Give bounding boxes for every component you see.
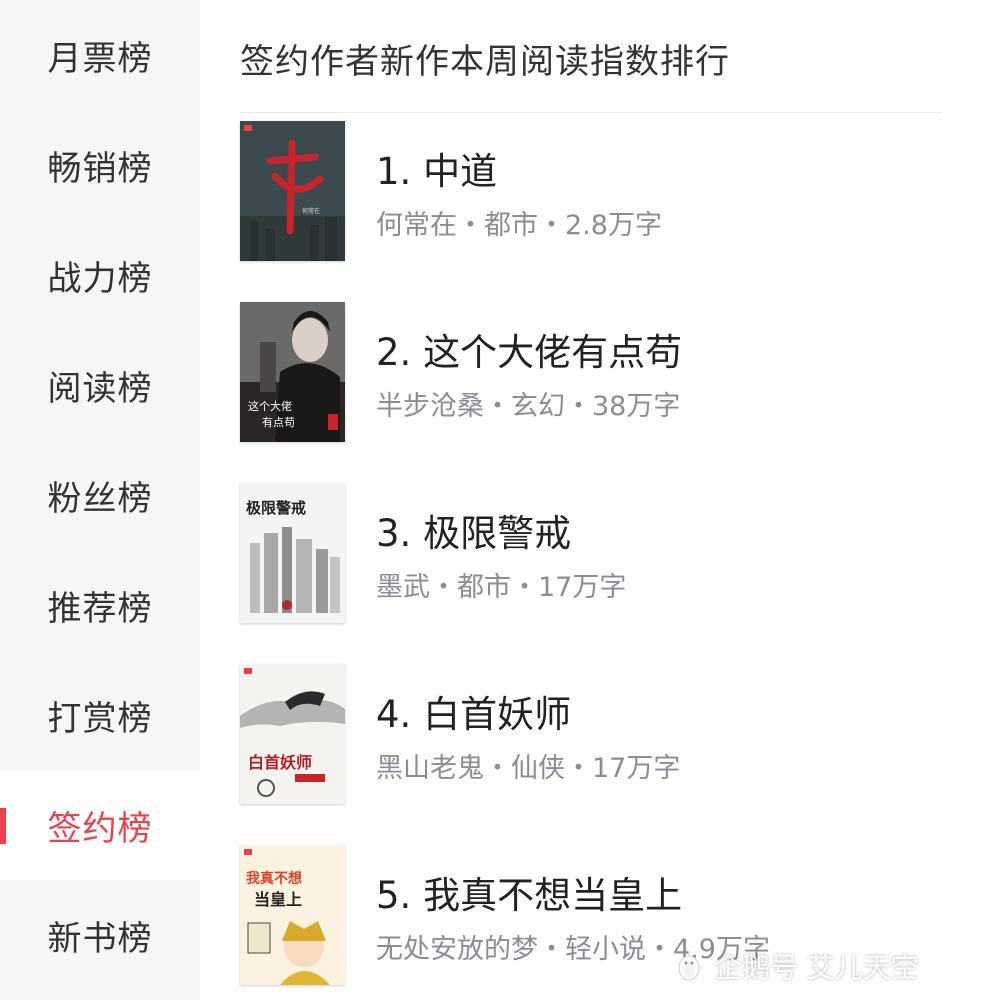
sidebar-item-power[interactable]: 战力榜 <box>0 220 200 330</box>
sidebar-item-label: 粉丝榜 <box>47 478 153 519</box>
book-meta: 半步沧桑・玄幻・38万字 <box>376 391 681 422</box>
sidebar-item-label: 战力榜 <box>47 258 153 299</box>
book-item-2[interactable]: 这个大佬 有点苟 2. 这个大佬有点苟 半步沧桑・玄幻・38万字 <box>240 302 942 444</box>
book-title: 2. 这个大佬有点苟 <box>376 331 683 374</box>
sidebar-item-tips[interactable]: 打赏榜 <box>0 660 200 770</box>
sidebar-item-new-books[interactable]: 新书榜 <box>0 880 200 990</box>
sidebar-item-label: 月票榜 <box>47 38 153 79</box>
cover-art: 这个大佬 有点苟 <box>240 302 345 442</box>
sidebar-item-recommend[interactable]: 推荐榜 <box>0 550 200 660</box>
sidebar-item-bestseller[interactable]: 畅销榜 <box>0 110 200 220</box>
penguin-icon <box>678 955 700 981</box>
svg-text:白首妖师: 白首妖师 <box>248 753 312 772</box>
cover-art: 白首妖师 <box>240 664 345 804</box>
sidebar-item-reading[interactable]: 阅读榜 <box>0 330 200 440</box>
book-meta: 何常在・都市・2.8万字 <box>376 210 662 241</box>
book-item-1[interactable]: 何常在 1. 中道 何常在・都市・2.8万字 <box>240 121 942 263</box>
book-item-3[interactable]: 极限警戒 3. 极限警戒 墨武・都市・17万字 <box>240 483 942 625</box>
book-meta: 墨武・都市・17万字 <box>376 572 627 603</box>
book-cover[interactable]: 这个大佬 有点苟 <box>240 302 345 442</box>
cover-art: 极限警戒 <box>240 483 345 623</box>
book-cover[interactable]: 极限警戒 <box>240 483 345 623</box>
book-item-4[interactable]: 白首妖师 4. 白首妖师 黑山老鬼・仙侠・17万字 <box>240 664 942 806</box>
book-title: 4. 白首妖师 <box>376 693 572 736</box>
book-title: 5. 我真不想当皇上 <box>376 874 683 917</box>
watermark: 企鹅号 艾儿天空 <box>672 944 919 988</box>
sidebar-item-label: 签约榜 <box>47 808 153 849</box>
svg-text:我真不想: 我真不想 <box>246 870 302 887</box>
sidebar-item-label: 阅读榜 <box>47 368 153 409</box>
sidebar-item-monthly-ticket[interactable]: 月票榜 <box>0 0 200 110</box>
book-title: 1. 中道 <box>376 150 498 193</box>
sidebar-item-fans[interactable]: 粉丝榜 <box>0 440 200 550</box>
sidebar-item-label: 打赏榜 <box>47 698 153 739</box>
cover-art: 我真不想 当皇上 <box>240 845 345 985</box>
cover-art: 何常在 <box>240 121 345 261</box>
svg-text:这个大佬: 这个大佬 <box>248 399 292 413</box>
book-title: 3. 极限警戒 <box>376 512 572 555</box>
sidebar-item-label: 推荐榜 <box>47 588 153 629</box>
book-cover[interactable]: 何常在 <box>240 121 345 261</box>
book-cover[interactable]: 我真不想 当皇上 <box>240 845 345 985</box>
sidebar-item-label: 畅销榜 <box>47 148 153 189</box>
svg-text:当皇上: 当皇上 <box>254 890 302 909</box>
sidebar-item-signed[interactable]: 签约榜 <box>0 770 200 880</box>
book-cover[interactable]: 白首妖师 <box>240 664 345 804</box>
divider <box>240 112 942 113</box>
svg-text:极限警戒: 极限警戒 <box>246 499 306 517</box>
book-meta: 黑山老鬼・仙侠・17万字 <box>376 753 681 784</box>
watermark-text: 企鹅号 艾儿天空 <box>714 951 919 984</box>
svg-text:有点苟: 有点苟 <box>262 415 295 429</box>
svg-text:何常在: 何常在 <box>302 207 320 215</box>
page-title: 签约作者新作本周阅读指数排行 <box>240 42 730 82</box>
sidebar: 月票榜 畅销榜 战力榜 阅读榜 粉丝榜 推荐榜 打赏榜 签约榜 新书榜 <box>0 0 200 1000</box>
sidebar-item-label: 新书榜 <box>47 918 153 959</box>
active-indicator <box>0 808 6 844</box>
